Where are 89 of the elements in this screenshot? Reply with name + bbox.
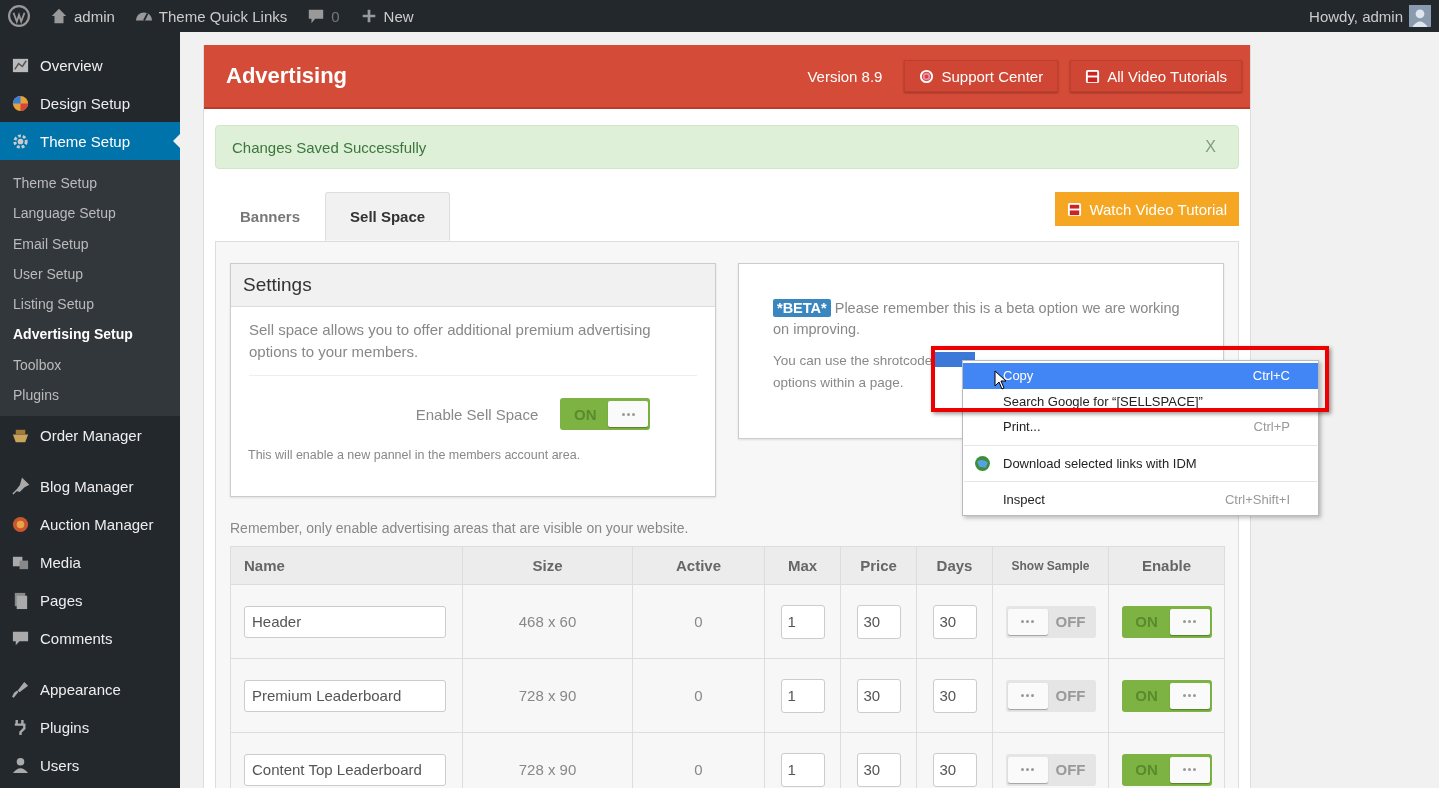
grip-icon <box>1021 694 1034 697</box>
submenu-item[interactable]: Plugins <box>0 380 180 411</box>
info-text: on improving. <box>773 321 861 337</box>
brush-icon <box>11 679 30 699</box>
lifebuoy-icon <box>919 68 935 84</box>
gear-icon <box>11 131 30 151</box>
days-input[interactable]: 30 <box>932 604 977 639</box>
video-icon <box>1067 201 1083 217</box>
menu-item[interactable]: Comments <box>0 619 180 658</box>
menu-item[interactable]: Media <box>0 543 180 582</box>
column-header: Active <box>632 546 765 585</box>
max-input[interactable]: 1 <box>780 678 825 713</box>
days-input[interactable]: 30 <box>932 678 977 713</box>
menu-item[interactable]: Blog Manager <box>0 467 180 506</box>
submenu-item[interactable]: Language Setup <box>0 198 180 229</box>
alert-message: Changes Saved Successfully <box>232 138 428 156</box>
table-cell: 0 <box>632 658 765 733</box>
menu-item[interactable]: Plugins <box>0 708 180 747</box>
submenu-item[interactable]: Toolbox <box>0 349 180 381</box>
menu-item[interactable]: Pages <box>0 581 180 620</box>
video-icon <box>1085 68 1101 84</box>
table-cell: 728 x 90 <box>462 658 633 733</box>
admin-bar-link[interactable]: admin <box>50 7 115 25</box>
tab[interactable]: Sell Space <box>325 192 451 241</box>
days-input[interactable]: 30 <box>932 752 977 787</box>
table-cell: 0 <box>632 584 765 659</box>
menu-item[interactable]: Auction Manager <box>0 505 180 544</box>
info-text: You can use the shrotcode <box>773 353 933 368</box>
description: Sell space allows you to offer additional premium advertising options to your members. <box>249 319 697 376</box>
grip-icon <box>1021 620 1034 623</box>
column-header: Name <box>230 546 463 585</box>
speech-bubble-icon <box>307 7 326 25</box>
menu-item[interactable]: Design Setup <box>0 84 180 122</box>
user-icon <box>11 755 30 775</box>
admin-bar-link[interactable]: Theme Quick Links <box>134 7 288 25</box>
grip-icon <box>1183 694 1196 697</box>
menu-item[interactable]: Users <box>0 746 180 785</box>
table-note: Remember, only enable advertising areas that are visible on your website. <box>230 520 690 536</box>
menu-item[interactable]: Order Manager <box>0 416 180 455</box>
price-input[interactable]: 30 <box>856 604 901 639</box>
grip-icon <box>1183 620 1196 623</box>
name-input[interactable]: Premium Leaderboard <box>244 679 446 712</box>
pin-icon <box>11 476 30 496</box>
palette-icon <box>11 93 30 113</box>
version-label: Version 8.9 <box>807 67 883 85</box>
menu-item[interactable]: Print... Ctrl+P <box>963 414 1318 440</box>
column-header: Max <box>764 546 841 585</box>
tab[interactable]: Banners <box>215 192 326 241</box>
menu-item[interactable]: Overview <box>0 46 180 84</box>
price-input[interactable]: 30 <box>856 752 901 787</box>
table-cell: 468 x 60 <box>462 584 633 659</box>
submenu-item[interactable]: Theme Setup <box>0 168 180 199</box>
menu-item[interactable]: Inspect Ctrl+Shift+I <box>963 487 1318 513</box>
max-input[interactable]: 1 <box>780 752 825 787</box>
page-title: Advertising <box>226 63 348 89</box>
grip-icon <box>1183 768 1196 771</box>
home-icon <box>50 7 68 25</box>
info-text: Please remember this is a beta option we are working <box>834 300 1180 316</box>
grip-icon <box>1021 768 1034 771</box>
toggle-label: Enable Sell Space <box>415 405 539 423</box>
menu-item[interactable]: Search Google for “[SELLSPACE]” <box>963 388 1318 414</box>
menu-item[interactable]: Appearance <box>0 670 180 709</box>
menu-item[interactable]: Download selected links with IDM <box>963 450 1318 476</box>
column-header: Days <box>916 546 993 585</box>
column-header: Enable <box>1108 546 1225 585</box>
column-header: Size <box>462 546 633 585</box>
column-header: Show Sample <box>992 546 1109 585</box>
submenu-item[interactable]: User Setup <box>0 258 180 290</box>
submenu-item[interactable]: Listing Setup <box>0 289 180 320</box>
info-text: options within a page. <box>773 375 904 390</box>
ball-icon <box>11 514 30 534</box>
column-header: Price <box>840 546 917 585</box>
account-link[interactable]: Howdy, admin <box>1309 7 1403 25</box>
price-input[interactable]: 30 <box>856 678 901 713</box>
grip-icon <box>621 412 635 416</box>
help-text: This will enable a new pannel in the members account area. <box>248 448 582 462</box>
wordpress-logo-icon[interactable] <box>8 5 30 27</box>
submenu-item[interactable]: Email Setup <box>0 228 180 259</box>
header-button[interactable]: Support Center <box>904 60 1059 92</box>
name-input[interactable]: Header <box>244 605 446 638</box>
submenu-item[interactable]: Advertising Setup <box>0 319 180 350</box>
menu-item[interactable]: Theme Setup <box>0 122 180 160</box>
card-title: Settings <box>231 264 715 307</box>
max-input[interactable]: 1 <box>780 604 825 639</box>
beta-badge: *BETA* <box>773 299 831 317</box>
header-button[interactable]: All Video Tutorials <box>1070 60 1242 92</box>
menu-item[interactable]: Copy Ctrl+C <box>963 363 1318 389</box>
name-input[interactable]: Content Top Leaderboard <box>244 753 446 786</box>
admin-bar-link[interactable]: New <box>359 7 414 25</box>
